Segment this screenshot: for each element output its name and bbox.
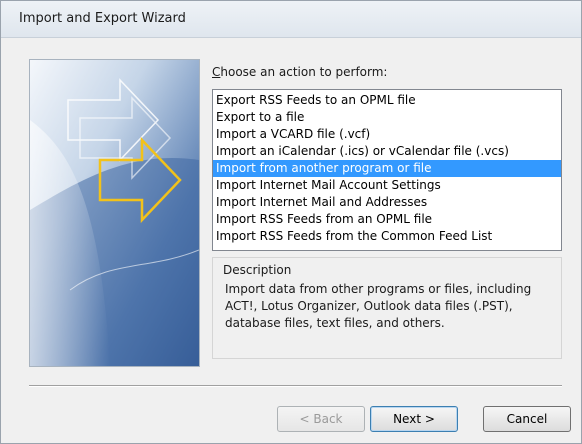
list-item[interactable]: Import a VCARD file (.vcf) — [213, 126, 561, 143]
list-item[interactable]: Import Internet Mail Account Settings — [213, 177, 561, 194]
separator — [29, 385, 562, 387]
list-item[interactable]: Import Internet Mail and Addresses — [213, 194, 561, 211]
window-title: Import and Export Wizard — [19, 11, 186, 26]
list-item[interactable]: Export to a file — [213, 109, 561, 126]
list-item[interactable]: Export RSS Feeds to an OPML file — [213, 92, 561, 109]
list-item[interactable]: Import RSS Feeds from the Common Feed Li… — [213, 228, 561, 245]
list-item[interactable]: Import an iCalendar (.ics) or vCalendar … — [213, 143, 561, 160]
description-group: Description Import data from other progr… — [212, 257, 562, 359]
action-listbox[interactable]: Export RSS Feeds to an OPML file Export … — [212, 89, 562, 251]
wizard-illustration — [29, 59, 200, 367]
back-button[interactable]: < Back — [277, 406, 365, 432]
description-text: Import data from other programs or files… — [225, 282, 532, 330]
cancel-button[interactable]: Cancel — [483, 406, 571, 432]
import-export-wizard-window: Import and Export Wizard Choose an actio… — [0, 0, 582, 444]
list-item-selected[interactable]: Import from another program or file — [213, 160, 561, 177]
list-item[interactable]: Import RSS Feeds from an OPML file — [213, 211, 561, 228]
choose-action-label: Choose an action to perform: — [212, 65, 387, 79]
next-button[interactable]: Next > — [370, 406, 458, 432]
title-bar[interactable]: Import and Export Wizard — [1, 1, 581, 38]
choose-action-text: hoose an action to perform: — [220, 65, 388, 79]
description-legend: Description — [223, 263, 292, 277]
